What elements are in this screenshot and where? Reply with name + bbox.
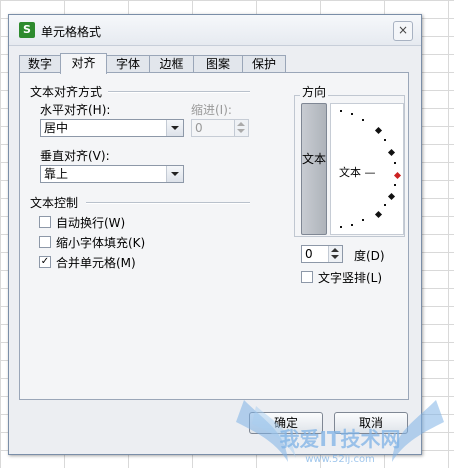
degree-label: 度(D) — [354, 249, 385, 263]
vertical-layout-checkbox[interactable] — [301, 271, 313, 283]
dial-major-tick — [387, 192, 396, 201]
shrink-to-fit-checkbox[interactable] — [39, 236, 51, 248]
degree-value: 0 — [305, 247, 313, 261]
dial-current-marker — [393, 171, 402, 180]
ok-button[interactable]: 确定 — [249, 412, 323, 434]
spin-down-icon — [237, 129, 245, 133]
vertical-layout-label: 文字竖排(L) — [318, 271, 383, 285]
dial-major-tick — [387, 148, 396, 157]
spin-up-icon — [331, 248, 339, 252]
app-icon: S — [19, 22, 35, 38]
dial-text-label: 文本 — — [339, 166, 376, 179]
spin-down-icon — [331, 255, 339, 259]
tab-border[interactable]: 边框 — [149, 55, 194, 73]
dial-major-tick — [374, 126, 383, 135]
close-button[interactable]: × — [393, 21, 413, 41]
shrink-to-fit-label: 缩小字体填充(K) — [56, 236, 146, 250]
degree-stepper[interactable]: 0 — [301, 245, 343, 263]
format-cells-dialog: S 单元格格式 × 数字 对齐 字体 边框 图案 保护 文本对齐方式 水平对齐(… — [8, 14, 422, 455]
title-bar: S 单元格格式 × — [9, 15, 421, 46]
text-control-separator — [86, 202, 250, 204]
tab-protection[interactable]: 保护 — [242, 55, 286, 73]
vertical-align-label: 垂直对齐(V): — [40, 149, 110, 163]
horizontal-align-value: 居中 — [44, 121, 69, 135]
merge-cells-label: 合并单元格(M) — [56, 256, 136, 270]
tab-alignment[interactable]: 对齐 — [60, 53, 107, 74]
dialog-title: 单元格格式 — [41, 25, 102, 39]
dial-tick — [340, 110, 342, 112]
indent-label: 缩进(I): — [191, 103, 232, 117]
indent-stepper[interactable]: 0 — [191, 119, 249, 137]
dial-tick — [384, 139, 386, 141]
dial-tick — [351, 224, 353, 226]
alignment-panel: 文本对齐方式 水平对齐(H): 居中 缩进(I): 0 垂直对齐(V): 靠上 … — [19, 72, 409, 400]
tab-pattern[interactable]: 图案 — [193, 55, 243, 73]
dial-tick — [384, 204, 386, 206]
dial-tick — [394, 184, 396, 186]
indent-value: 0 — [195, 121, 203, 135]
vertical-text-button[interactable]: 文本 — [301, 103, 327, 235]
tab-number[interactable]: 数字 — [19, 55, 61, 73]
vertical-align-select[interactable]: 靠上 — [40, 165, 184, 183]
alignment-separator — [108, 91, 250, 93]
vertical-text-label: 文本 — [302, 152, 327, 166]
orientation-group-title: 方向 — [300, 83, 329, 100]
horizontal-align-label: 水平对齐(H): — [40, 103, 111, 117]
dial-tick — [340, 226, 342, 228]
chevron-down-icon — [166, 166, 183, 182]
wrap-text-checkbox[interactable] — [39, 216, 51, 228]
horizontal-align-select[interactable]: 居中 — [40, 119, 184, 137]
wrap-text-label: 自动换行(W) — [56, 216, 126, 230]
cancel-button[interactable]: 取消 — [334, 412, 408, 434]
orientation-dial[interactable]: 文本 — — [330, 103, 404, 235]
dial-tick — [351, 113, 353, 115]
text-alignment-group-title: 文本对齐方式 — [30, 85, 103, 99]
spin-up-icon — [237, 122, 245, 126]
dial-major-tick — [374, 210, 383, 219]
vertical-align-value: 靠上 — [44, 167, 69, 181]
text-control-group-title: 文本控制 — [30, 196, 79, 210]
chevron-down-icon — [166, 120, 183, 136]
dial-tick — [394, 162, 396, 164]
dial-tick — [362, 119, 364, 121]
merge-cells-checkbox[interactable]: ✓ — [39, 256, 51, 268]
tab-font[interactable]: 字体 — [106, 55, 150, 73]
dial-tick — [362, 219, 364, 221]
